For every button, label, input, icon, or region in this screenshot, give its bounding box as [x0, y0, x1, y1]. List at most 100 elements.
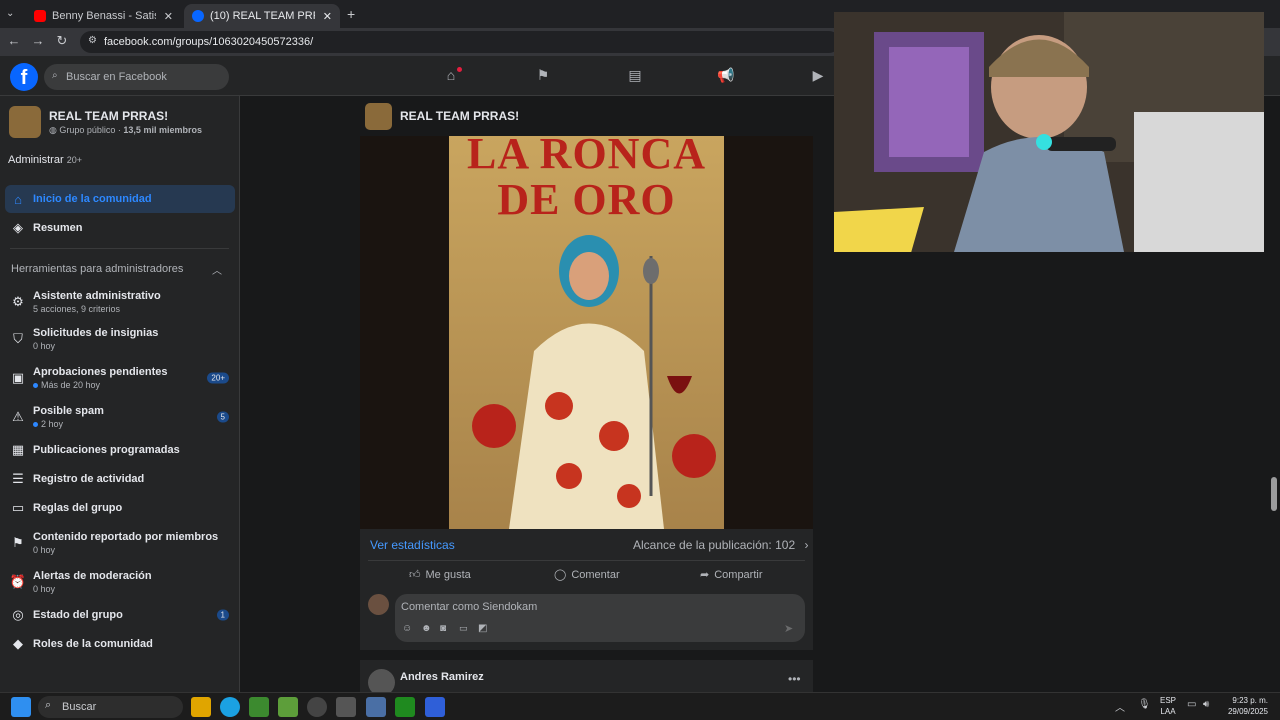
language-indicator[interactable]: ESP LAA — [1160, 695, 1176, 717]
chevron-right-icon: › — [804, 538, 809, 552]
tab-title: (10) REAL TEAM PRRAS! | Faceb — [210, 10, 315, 22]
group-name[interactable]: REAL TEAM PRRAS! — [400, 109, 519, 123]
calculator-icon[interactable] — [366, 697, 386, 717]
sidebar-item-admin-assistant[interactable]: ⚙ Asistente administrativo 5 acciones, 9… — [5, 287, 235, 317]
sidebar-item-group-status[interactable]: ◎ Estado del grupo 1 — [5, 605, 235, 625]
count-badge: 20+ — [207, 372, 229, 384]
home-icon: ⌂ — [14, 191, 22, 207]
sidebar-item-spam[interactable]: ⚠ Posible spam 2 hoy 5 — [5, 402, 235, 432]
group-avatar[interactable] — [365, 102, 392, 130]
youtube-icon — [34, 10, 46, 22]
more-options-icon[interactable]: ••• — [788, 672, 801, 686]
post-reach[interactable]: Alcance de la publicación: 102 › — [633, 538, 808, 552]
forward-icon[interactable]: → — [30, 33, 46, 48]
minecraft-icon[interactable] — [249, 697, 269, 717]
post-image[interactable]: LA RONCA DE ORO — [360, 136, 813, 529]
keyboard-layout: LAA — [1160, 707, 1176, 716]
shield-icon: ⛉ — [13, 331, 23, 346]
clock[interactable]: 9:23 p. m. 29/09/2025 — [1222, 695, 1268, 717]
sidebar-item-rules[interactable]: ▭ Reglas del grupo — [5, 498, 235, 518]
taskbar-search[interactable]: ⌕ Buscar — [38, 696, 183, 718]
facebook-logo[interactable]: f — [10, 63, 38, 91]
emoji-icon[interactable]: ☻ — [421, 623, 432, 634]
close-icon[interactable]: ✕ — [323, 10, 332, 23]
app-window-icon[interactable] — [336, 697, 356, 717]
report-icon: ⚑ — [12, 535, 24, 550]
status-icon: ◎ — [12, 607, 24, 622]
file-explorer-icon[interactable] — [191, 697, 211, 717]
group-avatar[interactable] — [9, 106, 41, 138]
sidebar-item-reported[interactable]: ⚑ Contenido reportado por miembros 0 hoy — [5, 528, 235, 558]
sidebar-item-summary[interactable]: ◈ Resumen — [5, 215, 235, 241]
windows-start-icon[interactable] — [11, 697, 31, 717]
group-members: 13,5 mil miembros — [123, 125, 202, 135]
sidebar-item-badge-requests[interactable]: ⛉ Solicitudes de insignias 0 hoy — [5, 324, 235, 354]
sidebar-item-sub: 2 hoy — [33, 419, 104, 429]
address-bar[interactable]: ⚙ facebook.com/groups/1063020450572336/ — [80, 31, 840, 53]
sidebar-item-label: Aprobaciones pendientes — [33, 366, 168, 378]
log-icon: ☰ — [12, 471, 24, 486]
sidebar-item-moderation-alerts[interactable]: ⏰ Alertas de moderación 0 hoy — [5, 567, 235, 597]
sidebar-item-home[interactable]: ⌂ Inicio de la comunidad — [5, 185, 235, 213]
pages-flag-icon[interactable]: ⚑ — [533, 67, 553, 87]
sticker-icon[interactable]: ◩ — [478, 623, 487, 634]
back-icon[interactable]: ← — [6, 33, 22, 48]
scrollbar-thumb[interactable] — [1271, 477, 1277, 511]
reload-icon[interactable]: ↻ — [54, 33, 70, 49]
language-code: ESP — [1160, 696, 1177, 705]
group-type: Grupo público — [59, 125, 116, 135]
sidebar-item-pending-approvals[interactable]: ▣ Aprobaciones pendientes Más de 20 hoy … — [5, 363, 235, 393]
view-stats-link[interactable]: Ver estadísticas — [370, 538, 455, 552]
comment-input[interactable]: Comentar como Siendokam ☺ ☻ ◙ ▭ ◩ ➤ — [395, 594, 805, 642]
megaphone-icon[interactable]: 📢 — [716, 67, 736, 87]
sidebar-item-label: Reglas del grupo — [33, 502, 123, 514]
chrome-icon[interactable] — [220, 697, 240, 717]
layers-icon: ◈ — [13, 220, 23, 235]
share-label: Compartir — [714, 568, 763, 581]
camera-icon[interactable]: ◙ — [440, 623, 446, 634]
tab-search-icon[interactable]: ⌄ — [6, 8, 14, 19]
network-icon[interactable]: ▭ — [1187, 699, 1196, 710]
microphone-icon[interactable]: 🎙︎ — [1138, 699, 1151, 710]
share-icon: ➦ — [700, 569, 710, 581]
tab-youtube[interactable]: Benny Benassi - Satisfaction - Yo ✕ — [26, 4, 181, 28]
avatar-sticker-icon[interactable]: ☺ — [402, 623, 412, 634]
divider — [10, 248, 229, 249]
admin-count: 20+ — [66, 155, 82, 165]
poster-art: LA RONCA DE ORO — [449, 136, 724, 529]
sidebar-item-label: Estado del grupo — [33, 609, 123, 621]
post-reach-text: Alcance de la publicación: 102 — [633, 538, 796, 552]
dashboard-icon[interactable]: ▤ — [625, 67, 645, 87]
site-info-icon[interactable]: ⚙ — [88, 35, 97, 46]
admin-header: Administrar 20+ — [8, 154, 82, 166]
chevron-up-icon[interactable]: ︿ — [212, 262, 222, 277]
alert-icon: ⏰ — [9, 574, 27, 589]
tab-facebook[interactable]: (10) REAL TEAM PRRAS! | Faceb ✕ — [184, 4, 340, 28]
facebook-search-input[interactable]: ⌕ Buscar en Facebook — [44, 64, 229, 90]
post-author[interactable]: Andres Ramirez — [400, 671, 484, 683]
sidebar-item-roles[interactable]: ◆ Roles de la comunidad — [5, 634, 235, 654]
volume-icon[interactable]: 🔊︎ — [1203, 699, 1209, 710]
terminal-icon[interactable] — [395, 697, 415, 717]
comment-button[interactable]: ◯ Comentar — [554, 568, 620, 582]
close-icon[interactable]: ✕ — [164, 10, 173, 23]
thumbs-up-icon: 👍︎ — [409, 569, 421, 581]
group-name[interactable]: REAL TEAM PRRAS! — [49, 109, 168, 123]
sidebar-item-activity-log[interactable]: ☰ Registro de actividad — [5, 469, 235, 489]
video-icon[interactable]: ▶ — [808, 67, 828, 87]
app-v-icon[interactable] — [425, 697, 445, 717]
sidebar-item-scheduled[interactable]: ▦ Publicaciones programadas — [5, 440, 235, 460]
send-icon[interactable]: ➤ — [784, 622, 793, 635]
user-avatar[interactable] — [368, 594, 389, 615]
share-button[interactable]: ➦ Compartir — [700, 568, 763, 582]
gif-icon[interactable]: ▭ — [459, 623, 468, 634]
singer-illustration — [472, 235, 716, 529]
count-badge: 5 — [216, 411, 229, 423]
comment-icon: ◯ — [554, 569, 567, 581]
new-tab-button[interactable]: + — [347, 6, 355, 22]
chevron-up-icon[interactable]: ︿ — [1115, 699, 1125, 714]
minecraft-launcher-icon[interactable] — [278, 697, 298, 717]
like-button[interactable]: 👍︎ Me gusta — [409, 568, 471, 582]
unread-dot — [33, 422, 38, 428]
app-g-icon[interactable] — [307, 697, 327, 717]
